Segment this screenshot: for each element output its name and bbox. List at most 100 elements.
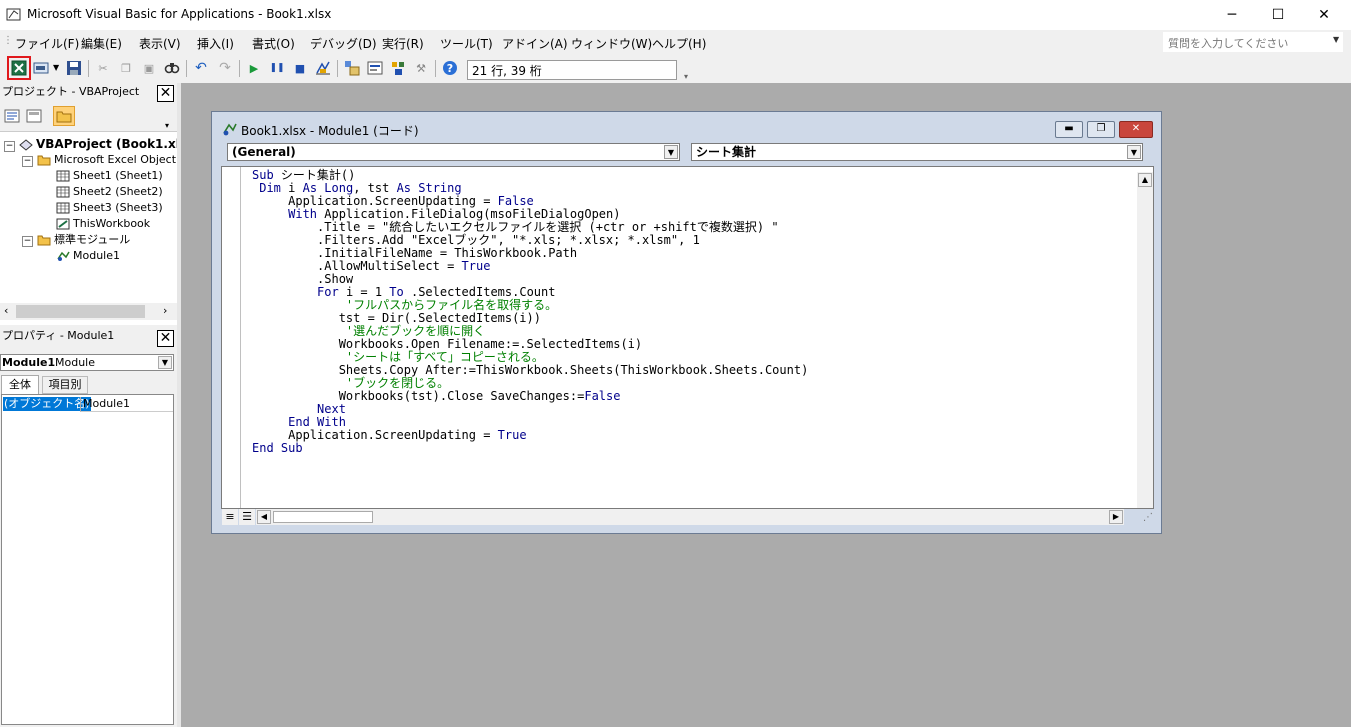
view-code-icon[interactable] (4, 109, 20, 123)
menu-help[interactable]: ヘルプ(H) (652, 35, 706, 52)
chevron-down-icon[interactable]: ▼ (1333, 35, 1339, 44)
toolbar-separator (88, 60, 89, 77)
procedure-view-icon[interactable]: ≡ (222, 509, 238, 525)
menu-edit[interactable]: 編集(E) (81, 35, 122, 52)
code-close-button[interactable]: ✕ (1119, 121, 1153, 138)
scroll-left-icon[interactable]: ‹ (4, 304, 8, 317)
chevron-down-icon[interactable]: ▼ (1127, 145, 1141, 159)
property-value[interactable]: Module1 (80, 397, 173, 412)
toolbar-options-icon[interactable]: ▾ (165, 121, 169, 130)
code-margin-indicator-bar[interactable] (222, 167, 241, 508)
close-button[interactable]: ✕ (1301, 0, 1347, 30)
menu-tools[interactable]: ツール(T) (440, 35, 493, 52)
menu-debug[interactable]: デバッグ(D) (310, 35, 377, 52)
collapse-icon[interactable]: − (22, 156, 33, 167)
tree-node-sheet3[interactable]: Sheet3 (Sheet3) (56, 200, 163, 216)
project-horizontal-scrollbar[interactable]: ‹ › (0, 303, 177, 320)
tree-node-sheet1[interactable]: Sheet1 (Sheet1) (56, 168, 163, 184)
chevron-down-icon[interactable]: ▼ (158, 356, 172, 369)
find-icon[interactable] (164, 60, 180, 76)
project-explorer-pane: プロジェクト - VBAProject ✕ ▾ − VBAProject (Boo… (0, 83, 187, 323)
design-mode-icon[interactable] (315, 60, 331, 76)
project-explorer-icon[interactable] (344, 60, 360, 76)
resize-grip-icon[interactable]: ⋰ (1139, 511, 1153, 525)
chevron-down-icon[interactable]: ▼ (664, 145, 678, 159)
close-icon[interactable]: ✕ (157, 85, 174, 102)
menu-run[interactable]: 実行(R) (382, 35, 424, 52)
scroll-right-icon[interactable]: › (163, 304, 167, 317)
code-horizontal-scrollbar[interactable]: ◀ ▶ (256, 509, 1124, 525)
menu-view[interactable]: 表示(V) (139, 35, 181, 52)
project-pane-title: プロジェクト - VBAProject (2, 85, 140, 98)
scroll-right-icon[interactable]: ▶ (1109, 510, 1123, 524)
toolbox-icon[interactable]: ⚒ (413, 60, 429, 76)
menu-addins[interactable]: アドイン(A) (502, 35, 568, 52)
tree-node-vbaproject[interactable]: − VBAProject (Book1.xls (4, 136, 187, 152)
tree-node-sheet2[interactable]: Sheet2 (Sheet2) (56, 184, 163, 200)
toggle-folders-button[interactable] (53, 106, 75, 126)
maximize-button[interactable]: ☐ (1255, 0, 1301, 30)
scroll-left-icon[interactable]: ◀ (257, 510, 271, 524)
object-select-type: Module (55, 356, 95, 369)
undo-icon[interactable]: ↶ (193, 60, 209, 76)
object-select[interactable]: Module1 Module ▼ (0, 354, 174, 371)
tab-categorized[interactable]: 項目別 (42, 376, 88, 394)
tab-all[interactable]: 全体 (1, 375, 39, 394)
copy-icon[interactable]: ❐ (118, 60, 134, 76)
toolbar-options-icon[interactable]: ▾ (684, 72, 688, 81)
menu-insert[interactable]: 挿入(I) (197, 35, 234, 52)
reset-icon[interactable]: ■ (292, 60, 308, 76)
redo-icon[interactable]: ↷ (217, 60, 233, 76)
close-icon[interactable]: ✕ (157, 330, 174, 347)
module-icon (223, 123, 237, 136)
code-minimize-button[interactable]: ▬ (1055, 121, 1083, 138)
menu-format[interactable]: 書式(O) (252, 35, 295, 52)
project-pane-header: プロジェクト - VBAProject (0, 83, 177, 103)
vbaproject-icon (19, 138, 33, 151)
chevron-down-icon[interactable]: ▼ (53, 63, 59, 72)
code-line[interactable]: End Sub (252, 442, 808, 455)
tree-node-module1[interactable]: Module1 (56, 248, 120, 264)
paste-icon[interactable]: ▣ (141, 60, 157, 76)
collapse-icon[interactable]: − (4, 141, 15, 152)
break-icon[interactable]: ❚❚ (269, 60, 285, 76)
code-vertical-scrollbar[interactable]: ▲ ▼ (1137, 172, 1153, 508)
folder-icon (37, 235, 51, 246)
help-icon[interactable]: ? (442, 60, 458, 76)
full-module-view-icon[interactable]: ☰ (239, 509, 255, 525)
object-combo-value: (General) (232, 145, 296, 159)
procedure-combo[interactable]: シート集計 ▼ (691, 143, 1143, 161)
properties-pane-header: プロパティ - Module1 (0, 327, 177, 347)
insert-form-icon[interactable] (33, 60, 49, 76)
cursor-position-display: 21 行, 39 桁 (467, 60, 677, 80)
cut-icon[interactable]: ✂ (95, 60, 111, 76)
object-browser-icon[interactable] (390, 60, 406, 76)
code-line[interactable]: Application.ScreenUpdating = True (252, 429, 808, 442)
collapse-icon[interactable]: − (22, 236, 33, 247)
sheet-icon (56, 186, 70, 198)
code-restore-button[interactable]: ❐ (1087, 121, 1115, 138)
tree-node-excel-objects[interactable]: − Microsoft Excel Object (22, 152, 176, 168)
scroll-up-icon[interactable]: ▲ (1138, 173, 1152, 187)
scrollbar-thumb[interactable] (16, 305, 145, 318)
minimize-button[interactable]: ─ (1209, 0, 1255, 30)
properties-pane-title: プロパティ - Module1 (2, 329, 115, 342)
tree-label: ThisWorkbook (73, 217, 151, 230)
run-icon[interactable]: ▶ (246, 60, 262, 76)
split-box[interactable] (1137, 491, 1153, 507)
property-name[interactable]: (オブジェクト名) (3, 397, 91, 411)
view-object-icon[interactable] (26, 109, 42, 123)
object-combo[interactable]: (General) ▼ (227, 143, 680, 161)
menu-window[interactable]: ウィンドウ(W) (571, 35, 652, 52)
help-search-input[interactable]: 質問を入力してください ▼ (1163, 32, 1343, 52)
code-content[interactable]: Sub シート集計() Dim i As Long, tst As String… (252, 169, 808, 455)
tree-node-standard-modules[interactable]: − 標準モジュール (22, 232, 130, 248)
property-grid: (オブジェクト名) Module1 (1, 394, 174, 725)
menu-file[interactable]: ファイル(F) (15, 35, 79, 52)
properties-icon[interactable] (367, 60, 383, 76)
grip-icon: ⋮ (3, 35, 13, 46)
scrollbar-thumb[interactable] (273, 511, 373, 523)
excel-view-button[interactable] (7, 56, 31, 80)
save-icon[interactable] (66, 60, 82, 76)
tree-node-thisworkbook[interactable]: ThisWorkbook (56, 216, 150, 232)
